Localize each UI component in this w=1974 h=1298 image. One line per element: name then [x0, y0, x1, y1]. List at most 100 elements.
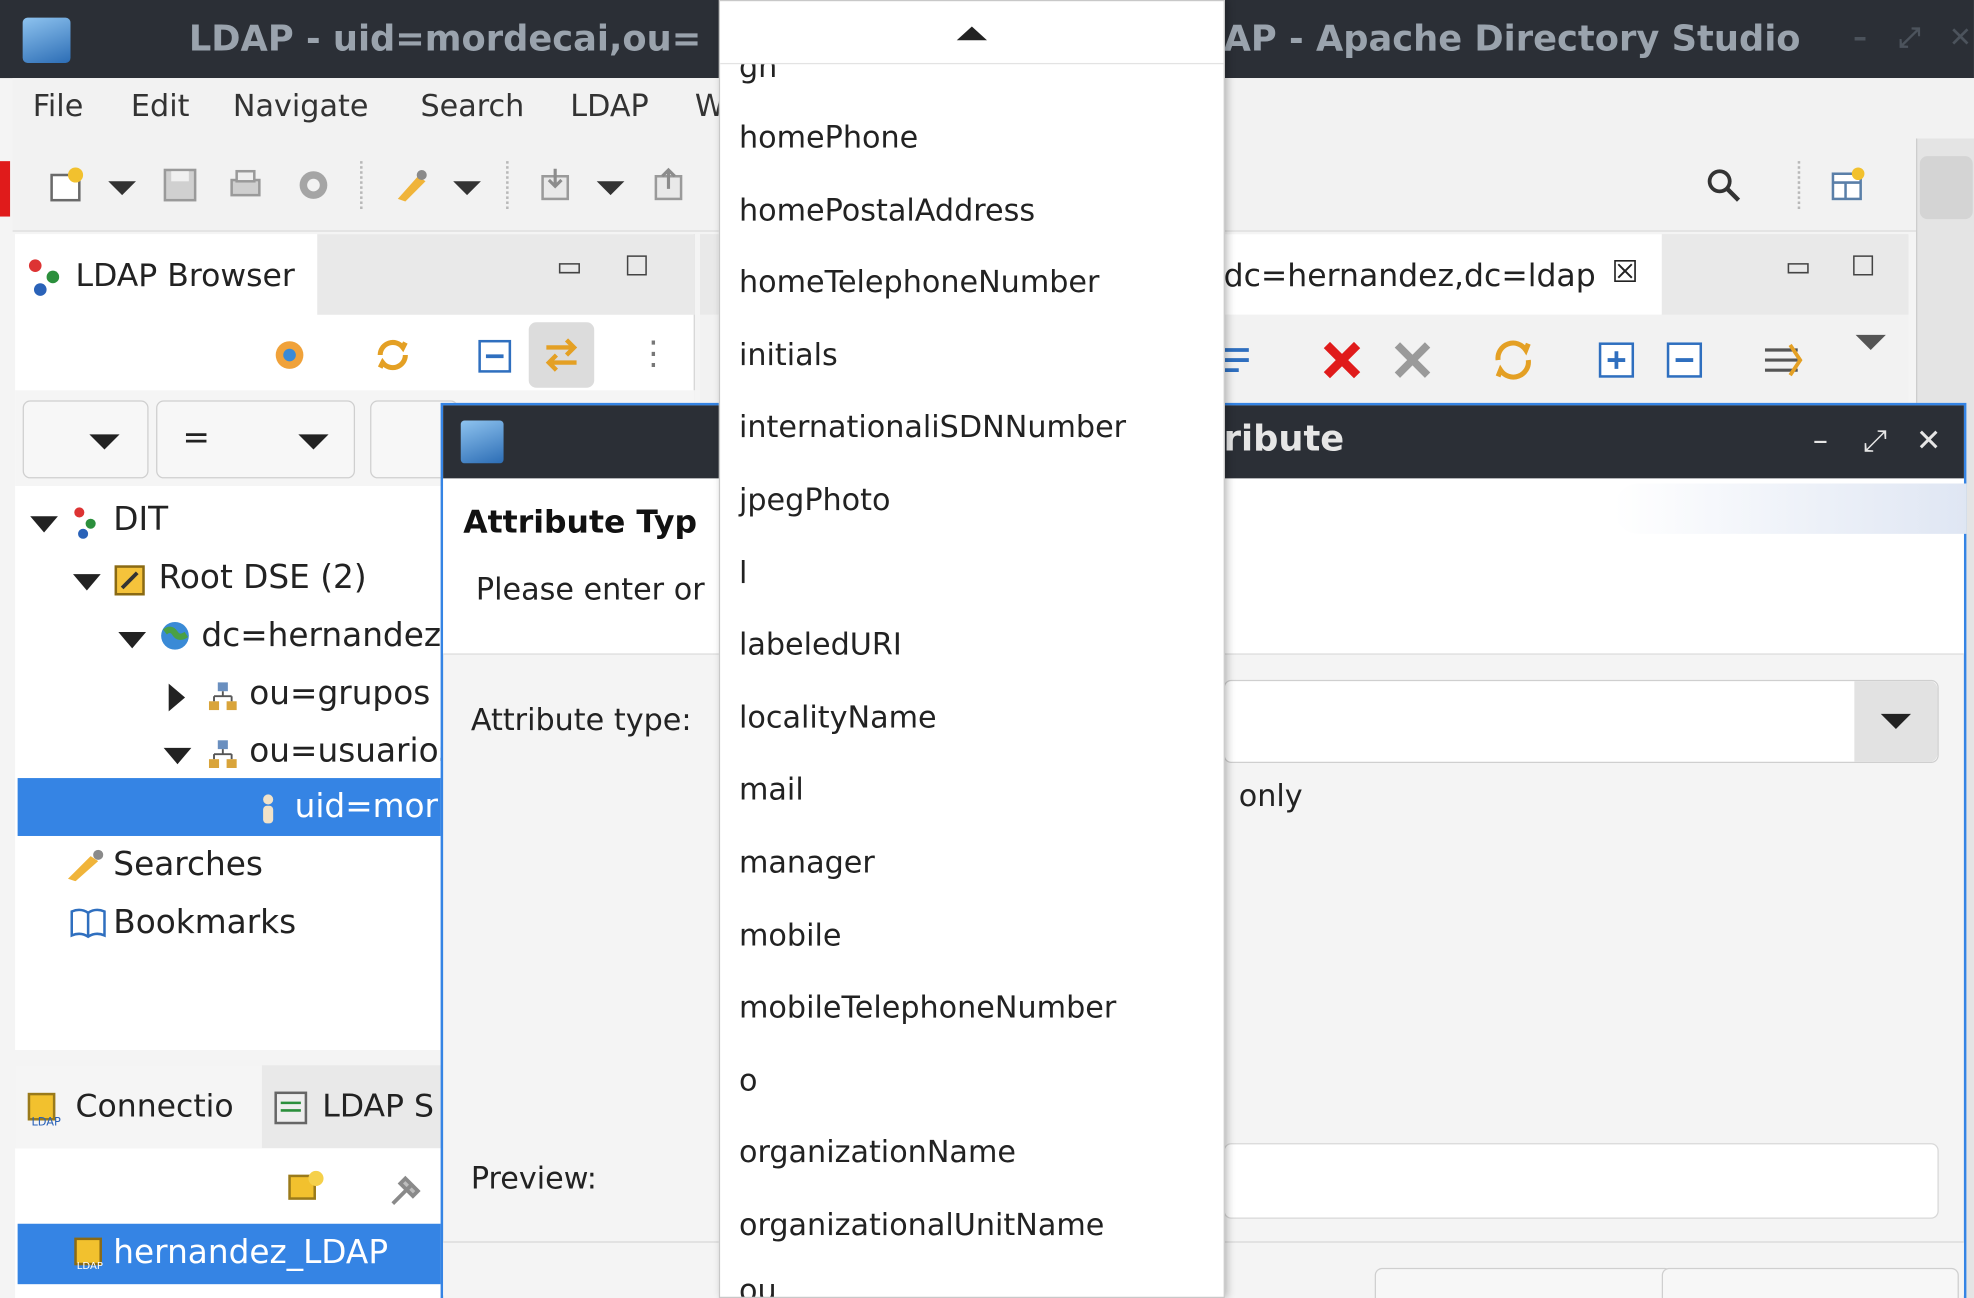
refresh-icon[interactable] [1491, 337, 1536, 382]
menu-ldap[interactable]: LDAP [570, 88, 648, 123]
menu-edit[interactable]: Edit [131, 88, 190, 123]
toolbar-separator [506, 161, 509, 209]
list-item[interactable]: initials [720, 320, 1224, 392]
apache-ds-logo-icon [460, 420, 504, 464]
list-item[interactable]: homePhone [720, 102, 1224, 174]
link-toggle-button[interactable] [528, 322, 595, 388]
refresh-icon[interactable] [373, 335, 413, 375]
list-item[interactable]: mobile [720, 900, 1224, 972]
list-item[interactable]: manager [720, 827, 1224, 899]
ldap-browser-icon [28, 259, 60, 296]
chevron-down-icon [1880, 713, 1912, 729]
close-window-button[interactable]: ✕ [1949, 23, 1972, 54]
collapsed-twisty-icon[interactable] [168, 683, 186, 712]
edge-marker [0, 161, 11, 217]
expanded-twisty-icon[interactable] [30, 516, 58, 533]
search-icon[interactable] [1705, 166, 1743, 204]
tree-node-label: Searches [113, 846, 263, 884]
minimize-editor-button[interactable]: ▭ [1785, 252, 1811, 283]
tree-node-label: ou=grupos [249, 674, 431, 713]
operator-value: = [182, 419, 210, 458]
minimize-dialog-button[interactable]: – [1813, 423, 1828, 458]
print-icon[interactable] [227, 166, 265, 204]
list-item[interactable]: localityName [720, 682, 1224, 754]
new-wizard-icon[interactable] [48, 166, 86, 204]
connection-icon: LDAP [74, 1237, 103, 1272]
expanded-twisty-icon[interactable] [118, 632, 147, 649]
minimize-view-button[interactable]: ▭ [556, 252, 582, 283]
new-connection-icon[interactable] [285, 1168, 328, 1211]
list-item[interactable]: ou [720, 1255, 1224, 1297]
globe-icon [161, 621, 189, 650]
new-dropdown-icon[interactable] [108, 181, 136, 196]
menu-file[interactable]: File [33, 88, 84, 123]
menu-navigate[interactable]: Navigate [233, 88, 369, 123]
minimize-window-button[interactable]: – [1853, 23, 1867, 54]
import-dropdown-icon[interactable] [596, 181, 625, 196]
maximize-window-button[interactable]: ⤢ [1898, 23, 1920, 54]
view-menu-icon[interactable] [1855, 334, 1886, 351]
menu-search[interactable]: Search [420, 88, 524, 123]
scroll-up-button[interactable] [720, 1, 1224, 65]
list-item[interactable]: labeledURI [720, 610, 1224, 682]
gear-icon[interactable] [295, 166, 333, 204]
tab-ldap-browser[interactable]: LDAP Browser [15, 234, 318, 315]
wizard-page-description: Please enter or [475, 571, 705, 607]
back-button[interactable] [1374, 1267, 1672, 1298]
list-item[interactable]: homeTelephoneNumber [720, 247, 1224, 319]
list-item[interactable]: homePostalAddress [720, 174, 1224, 246]
maximize-view-button[interactable]: ☐ [624, 252, 649, 283]
svg-text:LDAP: LDAP [31, 1115, 61, 1129]
link-with-editor-icon[interactable] [269, 335, 309, 375]
list-item[interactable]: o [720, 1045, 1224, 1117]
list-item[interactable]: mobileTelephoneNumber [720, 972, 1224, 1044]
svg-text:LDAP: LDAP [77, 1261, 103, 1272]
dialog-title: ribute [1223, 417, 1345, 460]
save-icon[interactable] [161, 166, 199, 204]
attribute-filter-combo[interactable] [22, 400, 149, 479]
chevron-down-icon [89, 434, 120, 450]
tree-node-label: dc=hernandez [201, 616, 442, 655]
chevron-up-icon [956, 26, 987, 41]
operator-filter-combo[interactable]: = [156, 400, 356, 479]
tree-node-label: ou=usuarios [249, 732, 456, 771]
tab-label: Connectio [75, 1087, 234, 1125]
list-item[interactable]: jpegPhoto [720, 465, 1224, 537]
tab-label: LDAP S [322, 1087, 434, 1125]
close-tab-icon[interactable]: ☒ [1611, 254, 1638, 289]
org-unit-icon [208, 682, 237, 711]
list-item[interactable]: internationaliSDNNumber [720, 392, 1224, 464]
wizard-banner-graphic [1613, 483, 1967, 534]
tab-connections[interactable]: LDAP Connectio [15, 1065, 262, 1149]
import-icon[interactable] [536, 166, 574, 204]
list-item[interactable]: organizationName [720, 1117, 1224, 1189]
close-dialog-button[interactable]: ✕ [1916, 423, 1941, 458]
expand-all-icon[interactable] [1596, 340, 1636, 380]
open-connection-icon[interactable] [385, 1168, 428, 1211]
attribute-type-combo[interactable] [1223, 679, 1939, 763]
expanded-twisty-icon[interactable] [163, 747, 192, 765]
collapse-all-icon[interactable] [1664, 340, 1704, 380]
expanded-twisty-icon[interactable] [73, 574, 101, 591]
next-button[interactable] [1661, 1267, 1959, 1298]
quick-filter-icon[interactable] [1760, 337, 1805, 382]
new-search-icon[interactable] [393, 166, 431, 204]
preview-label: Preview: [470, 1160, 597, 1197]
list-item[interactable]: mail [720, 755, 1224, 827]
tree-node-label: Root DSE (2) [158, 558, 367, 597]
maximize-editor-button[interactable]: ☐ [1851, 252, 1876, 283]
attribute-type-dropdown-button[interactable] [1854, 681, 1938, 762]
ldap-perspective-button[interactable] [1919, 156, 1973, 220]
delete-value-icon[interactable] [1319, 337, 1364, 382]
delete-all-icon[interactable] [1390, 337, 1435, 382]
toolbar-separator [360, 161, 363, 209]
open-perspective-icon[interactable] [1828, 166, 1866, 204]
hide-existing-checkbox-label[interactable]: only [1239, 778, 1303, 813]
maximize-dialog-button[interactable]: ⤢ [1863, 423, 1887, 458]
collapse-all-icon[interactable] [476, 337, 514, 375]
list-item[interactable]: l [720, 537, 1224, 609]
view-menu-icon[interactable]: ⋮ [637, 335, 670, 373]
list-item[interactable]: organizationalUnitName [720, 1190, 1224, 1262]
export-icon[interactable] [650, 166, 688, 204]
search-dropdown-icon[interactable] [453, 181, 481, 196]
